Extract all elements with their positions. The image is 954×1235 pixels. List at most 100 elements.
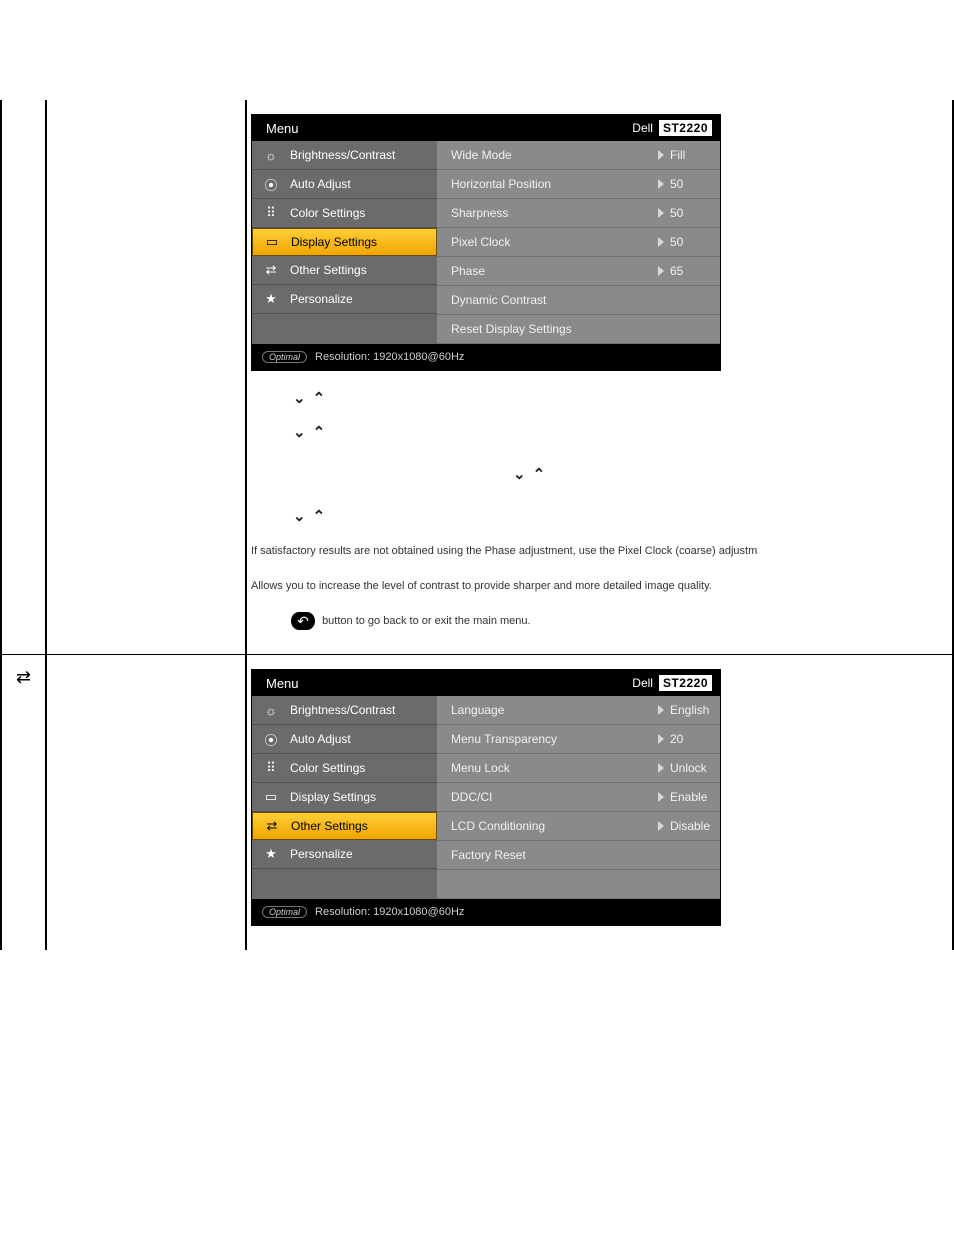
- osd-option-value[interactable]: Disable: [652, 812, 720, 841]
- osd-nav-item[interactable]: ⦿Auto Adjust: [252, 170, 437, 199]
- osd-nav-label: Personalize: [290, 292, 353, 306]
- osd-option[interactable]: LCD Conditioning: [437, 812, 652, 841]
- osd-option[interactable]: Language: [437, 696, 652, 725]
- osd-option-value[interactable]: Fill: [652, 141, 720, 170]
- osd-value-text: 20: [670, 732, 683, 746]
- osd-nav-item[interactable]: ☼Brightness/Contrast: [252, 141, 437, 170]
- osd-option-value[interactable]: Unlock: [652, 754, 720, 783]
- other-settings-icon: ⇄: [262, 262, 280, 278]
- osd-value-text: 50: [670, 235, 683, 249]
- osd-option-value[interactable]: [652, 870, 720, 899]
- osd-value-text: 50: [670, 206, 683, 220]
- osd-options: LanguageMenu TransparencyMenu LockDDC/CI…: [437, 696, 652, 899]
- osd-nav-item[interactable]: ★ Personalize: [252, 840, 437, 869]
- table-col3: Menu Dell ST2220 ☼Brightness/Contrast⦿Au…: [247, 655, 954, 950]
- chevron-up-icon: ⌃: [313, 389, 326, 407]
- osd-option-value[interactable]: [652, 315, 720, 344]
- osd-value-text: English: [670, 703, 709, 717]
- osd-option[interactable]: Factory Reset: [437, 841, 652, 870]
- chevron-right-icon: [658, 821, 664, 831]
- personalize-icon: ★: [262, 846, 280, 862]
- osd-title: Menu: [266, 121, 299, 136]
- chevron-right-icon: [658, 792, 664, 802]
- osd-option[interactable]: Pixel Clock: [437, 228, 652, 257]
- osd-value-text: 50: [670, 177, 683, 191]
- osd-option-value[interactable]: 65: [652, 257, 720, 286]
- osd-option-value[interactable]: 20: [652, 725, 720, 754]
- dynamic-contrast-note: Allows you to increase the level of cont…: [251, 578, 948, 595]
- osd-footer-res: Resolution: 1920x1080@60Hz: [315, 906, 464, 918]
- osd-option[interactable]: Menu Lock: [437, 754, 652, 783]
- osd-brand-block: Dell ST2220: [632, 120, 712, 136]
- table-col3: Menu Dell ST2220 ☼Brightness/Contrast⦿Au…: [247, 100, 954, 654]
- osd-nav-spacer: [252, 869, 437, 898]
- osd-option[interactable]: Menu Transparency: [437, 725, 652, 754]
- osd-option[interactable]: Dynamic Contrast: [437, 286, 652, 315]
- table-col1: ⇄: [2, 655, 47, 950]
- chevron-down-icon: ⌄: [293, 507, 306, 525]
- adjust-hint-3: ⌄ ⌃: [511, 465, 948, 483]
- table-col2: [47, 100, 247, 654]
- osd-title: Menu: [266, 676, 299, 691]
- display-settings-icon: ▭: [263, 234, 281, 250]
- adjust-hint-2: ⌄ ⌃: [291, 423, 948, 441]
- osd-option-value[interactable]: Enable: [652, 783, 720, 812]
- osd-nav: ☼Brightness/Contrast⦿Auto Adjust ⠿ Color S…: [252, 696, 437, 899]
- osd-option[interactable]: DDC/CI: [437, 783, 652, 812]
- osd-value-text: Fill: [670, 148, 685, 162]
- osd-nav-item[interactable]: ☼Brightness/Contrast: [252, 696, 437, 725]
- osd-footer-res: Resolution: 1920x1080@60Hz: [315, 351, 464, 363]
- osd-nav-item[interactable]: ▭ Display Settings: [252, 783, 437, 812]
- chevron-right-icon: [658, 179, 664, 189]
- osd-option[interactable]: Horizontal Position: [437, 170, 652, 199]
- back-button-note: ↶ button to go back to or exit the main …: [291, 612, 948, 630]
- osd-nav-item[interactable]: ⦿Auto Adjust: [252, 725, 437, 754]
- osd-option[interactable]: Reset Display Settings: [437, 315, 652, 344]
- osd-nav-label: Personalize: [290, 847, 353, 861]
- brightness-icon: ☼: [262, 703, 280, 718]
- osd-nav-item[interactable]: ⠿ Color Settings: [252, 754, 437, 783]
- osd-footer-badge: Optimal: [262, 351, 307, 363]
- osd-value-text: Enable: [670, 790, 707, 804]
- osd-nav-label: Color Settings: [290, 206, 365, 220]
- osd-option-value[interactable]: English: [652, 696, 720, 725]
- color-settings-icon: ⠿: [262, 760, 280, 776]
- chevron-right-icon: [658, 266, 664, 276]
- osd-nav-item[interactable]: ⠿ Color Settings: [252, 199, 437, 228]
- osd-option-value[interactable]: [652, 841, 720, 870]
- osd-nav-item[interactable]: ⇄Other Settings: [252, 812, 437, 840]
- osd-nav-label: Auto Adjust: [290, 177, 351, 191]
- back-note-text: button to go back to or exit the main me…: [322, 615, 531, 627]
- osd-option[interactable]: Sharpness: [437, 199, 652, 228]
- osd-nav-label: Color Settings: [290, 761, 365, 775]
- back-icon: ↶: [291, 612, 315, 630]
- osd-header: Menu Dell ST2220: [252, 670, 720, 696]
- osd-nav-item[interactable]: ▭ Display Settings: [252, 228, 437, 256]
- osd-option[interactable]: Phase: [437, 257, 652, 286]
- osd-option[interactable]: [437, 870, 652, 899]
- table-col2: [47, 655, 247, 950]
- osd-nav-label: Auto Adjust: [290, 732, 351, 746]
- osd-footer-badge: Optimal: [262, 906, 307, 918]
- display-settings-icon: ▭: [262, 789, 280, 805]
- osd-option-value[interactable]: [652, 286, 720, 315]
- brightness-icon: ☼: [262, 148, 280, 163]
- chevron-right-icon: [658, 150, 664, 160]
- osd-nav-item[interactable]: ★Personalize: [252, 285, 437, 314]
- osd-values: English 20 Unlock Enable Disable: [652, 696, 720, 899]
- osd-option-value[interactable]: 50: [652, 199, 720, 228]
- osd-option-value[interactable]: 50: [652, 170, 720, 199]
- osd-footer: Optimal Resolution: 1920x1080@60Hz: [252, 899, 720, 925]
- osd-option-value[interactable]: 50: [652, 228, 720, 257]
- osd-value-text: 65: [670, 264, 683, 278]
- phase-note: If satisfactory results are not obtained…: [251, 543, 948, 560]
- osd-brand: Dell: [632, 121, 653, 135]
- osd-option[interactable]: Wide Mode: [437, 141, 652, 170]
- osd-nav-label: Display Settings: [291, 235, 377, 249]
- osd-nav-label: Display Settings: [290, 790, 376, 804]
- osd-nav-item[interactable]: ⇄Other Settings: [252, 256, 437, 285]
- table-col1: [2, 100, 47, 654]
- color-settings-icon: ⠿: [262, 205, 280, 221]
- osd-brand-block: Dell ST2220: [632, 675, 712, 691]
- chevron-right-icon: [658, 763, 664, 773]
